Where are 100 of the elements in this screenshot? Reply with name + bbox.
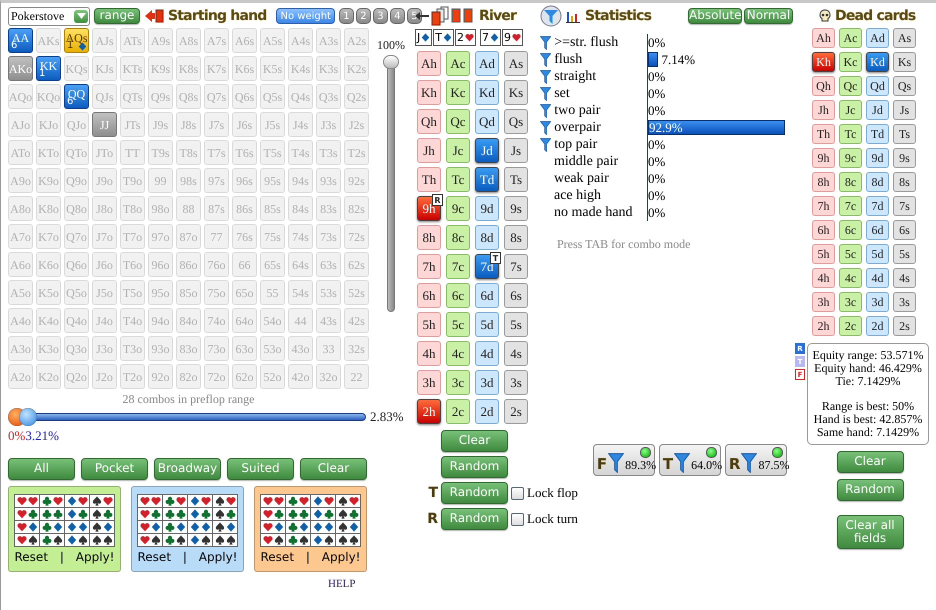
card-button[interactable]: Jc [446, 138, 470, 163]
hand-cell[interactable]: Q6s [232, 84, 257, 109]
hand-cell[interactable]: 82s [344, 196, 369, 221]
card-button[interactable]: Kd [866, 52, 889, 72]
hand-cell[interactable]: KTs [120, 56, 145, 81]
hand-cell[interactable]: K3s [316, 56, 341, 81]
hand-cell[interactable]: 93s [316, 168, 341, 193]
hand-cell[interactable]: J7s [204, 112, 229, 137]
checkbox[interactable] [511, 512, 524, 526]
card-button[interactable]: 2h [417, 399, 441, 424]
filter-button[interactable]: Clear [300, 458, 367, 480]
clear-button[interactable]: Clear [441, 430, 508, 452]
suit-combo[interactable] [261, 534, 285, 546]
card-button[interactable]: 5s [504, 312, 528, 337]
hand-cell[interactable]: 76s [232, 224, 257, 249]
hand-cell[interactable]: 92o [148, 364, 173, 389]
suit-combo[interactable] [163, 495, 187, 507]
hand-cell[interactable]: 96o [148, 252, 173, 277]
hand-cell[interactable]: K2s [344, 56, 369, 81]
card-button[interactable]: 4s [504, 341, 528, 366]
hand-cell[interactable]: JTs [120, 112, 145, 137]
hand-cell[interactable]: QJs [92, 84, 117, 109]
card-button[interactable]: Qs [504, 109, 528, 134]
card-button[interactable]: Ts [893, 124, 916, 144]
hand-cell[interactable]: 85s [260, 196, 285, 221]
card-button[interactable]: Ah [417, 51, 441, 76]
card-button[interactable]: Td [475, 167, 499, 192]
suit-combo[interactable] [90, 508, 114, 520]
hand-cell[interactable]: A9o [8, 168, 33, 193]
hand-cell[interactable]: 72o [204, 364, 229, 389]
funnel-icon[interactable] [540, 86, 552, 100]
card-button[interactable]: 6h [417, 283, 441, 308]
hand-cell[interactable]: 62s [344, 252, 369, 277]
card-button[interactable]: 3d [866, 292, 889, 312]
card-button[interactable]: Ad [866, 28, 889, 48]
hand-cell[interactable]: T6o [120, 252, 145, 277]
range-button[interactable]: range [94, 8, 140, 24]
card-button[interactable]: 3d [475, 370, 499, 395]
card-button[interactable]: 3c [839, 292, 862, 312]
hand-cell[interactable]: KJo [36, 112, 61, 137]
card-button[interactable]: Kh [812, 52, 835, 72]
card-button[interactable]: 8h [812, 172, 835, 192]
card-button[interactable]: Kd [475, 80, 499, 105]
hand-cell[interactable]: A3s [316, 28, 341, 53]
hand-cell[interactable]: JJ [92, 112, 117, 137]
card-button[interactable]: 4c [839, 268, 862, 288]
hand-cell[interactable]: Q6o [64, 252, 89, 277]
hand-cell[interactable]: T5s [260, 140, 285, 165]
hand-cell[interactable]: Q2o [64, 364, 89, 389]
weight-button[interactable]: 4 [390, 8, 405, 24]
weight-button[interactable]: 3 [372, 8, 388, 24]
random-button[interactable]: Random [441, 508, 508, 530]
hand-cell[interactable]: 85o [176, 280, 201, 305]
hand-cell[interactable]: J8o [92, 196, 117, 221]
hand-cell[interactable]: QTs [120, 84, 145, 109]
hand-cell[interactable]: 74o [204, 308, 229, 333]
mode-button[interactable]: Absolute [688, 8, 742, 24]
hand-cell[interactable]: 86s [232, 196, 257, 221]
clear-all-button[interactable]: Clear all fields [836, 515, 904, 549]
suit-combo[interactable] [138, 495, 162, 507]
range-slider[interactable] [8, 408, 366, 426]
card-button[interactable]: 7d [866, 196, 889, 216]
card-button[interactable]: Jh [812, 100, 835, 120]
hand-cell[interactable]: J6s [232, 112, 257, 137]
hand-cell[interactable]: 97o [148, 224, 173, 249]
street-filter[interactable]: F 89.3% [592, 444, 655, 476]
preset-dropdown[interactable]: Pokerstove [8, 6, 90, 26]
hand-cell[interactable]: JTo [92, 140, 117, 165]
hand-cell[interactable]: Q4s [288, 84, 313, 109]
hand-cell[interactable]: T4o [120, 308, 145, 333]
suit-combo[interactable] [311, 534, 335, 546]
card-button[interactable]: Qh [812, 76, 835, 96]
hand-cell[interactable]: J2s [344, 112, 369, 137]
card-button[interactable]: Jh [417, 138, 441, 163]
slider-thumb[interactable] [383, 55, 399, 69]
hand-cell[interactable]: 77 [204, 224, 229, 249]
suit-combo[interactable] [15, 534, 39, 546]
hand-cell[interactable]: J4o [92, 308, 117, 333]
hand-cell[interactable]: A9s [148, 28, 173, 53]
suit-combo[interactable] [188, 508, 212, 520]
card-button[interactable]: 7h [812, 196, 835, 216]
hand-cell[interactable]: 82o [176, 364, 201, 389]
card-button[interactable]: Qs [893, 76, 916, 96]
hand-cell[interactable]: KTo [36, 140, 61, 165]
card-button[interactable]: 5h [417, 312, 441, 337]
card-button[interactable]: Ks [504, 80, 528, 105]
card-button[interactable]: Ac [446, 51, 470, 76]
card-button[interactable]: 7c [446, 254, 470, 279]
hand-cell[interactable]: 65s [260, 252, 285, 277]
hand-cell[interactable]: 52o [260, 364, 285, 389]
suit-combo[interactable] [15, 508, 39, 520]
suit-combo[interactable] [90, 495, 114, 507]
hand-cell[interactable]: 42o [288, 364, 313, 389]
street-filter[interactable]: R 87.5% [724, 444, 787, 476]
hand-cell[interactable]: K3o [36, 336, 61, 361]
hand-cell[interactable]: A2o [8, 364, 33, 389]
suit-combo[interactable] [286, 495, 310, 507]
card-button[interactable]: 5h [812, 244, 835, 264]
card-button[interactable]: Jd [866, 100, 889, 120]
card-button[interactable]: Qc [839, 76, 862, 96]
